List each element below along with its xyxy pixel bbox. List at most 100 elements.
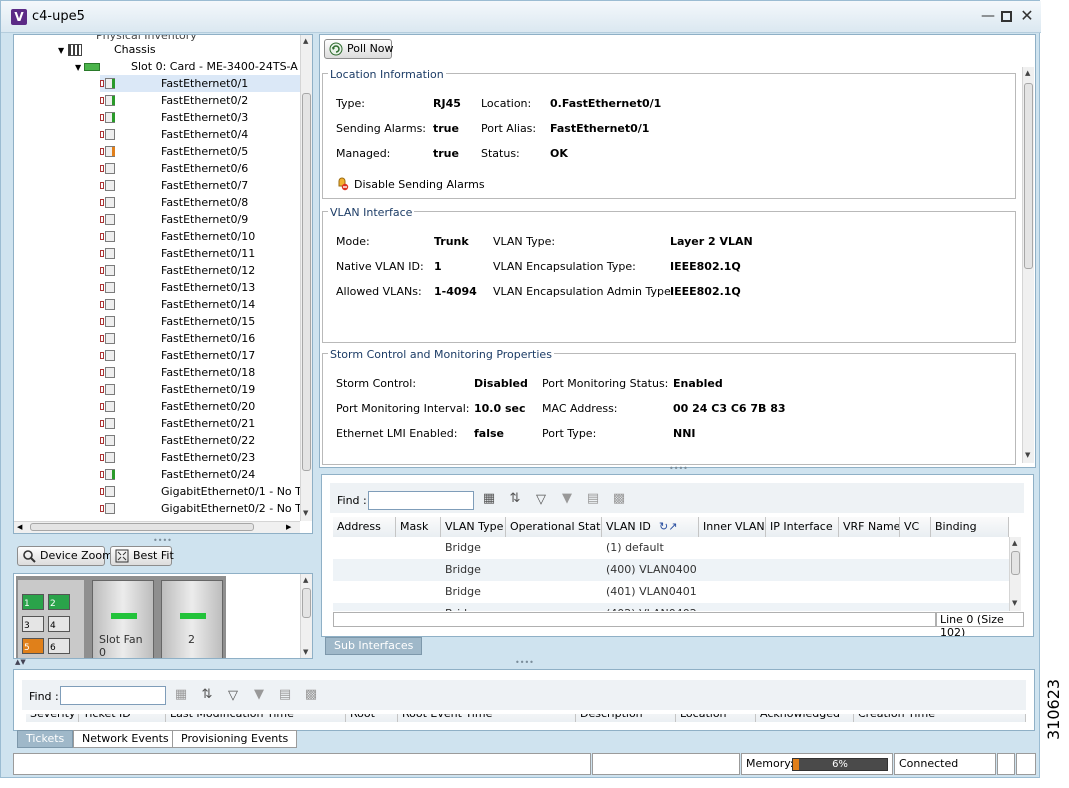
column-header-mask[interactable]: Mask	[396, 517, 441, 537]
module-slot-6[interactable]: 6	[48, 638, 70, 654]
expand-toggle-icon[interactable]: ▼	[75, 63, 81, 72]
tree-node-port[interactable]: FastEthernet0/2	[100, 92, 300, 109]
tree-node-port[interactable]: FastEthernet0/15	[100, 313, 300, 330]
module-slot-3[interactable]: 3	[22, 616, 44, 632]
scroll-thumb[interactable]	[1011, 551, 1020, 575]
sort-icon[interactable]: ⇅	[507, 491, 523, 507]
scroll-up-icon[interactable]: ▲	[303, 37, 308, 45]
tab-network-events[interactable]: Network Events	[73, 730, 178, 748]
disable-alarms-label[interactable]: Disable Sending Alarms	[354, 178, 485, 191]
table-row[interactable]: Bridge (402) VLAN0402	[333, 603, 1009, 611]
tree-node-port[interactable]: FastEthernet0/22	[100, 432, 300, 449]
advanced-filter-icon[interactable]: ▼	[251, 687, 267, 703]
tree-node-port[interactable]: FastEthernet0/11	[100, 245, 300, 262]
tree-node-port[interactable]: FastEthernet0/14	[100, 296, 300, 313]
tree-horizontal-scrollbar[interactable]: ◀ ▶	[14, 521, 300, 533]
sort-icon[interactable]: ⇅	[199, 687, 215, 703]
tree-node-port[interactable]: FastEthernet0/24	[100, 466, 300, 483]
scroll-down-icon[interactable]: ▼	[1025, 451, 1030, 459]
tree-node-port[interactable]: FastEthernet0/13	[100, 279, 300, 296]
disable-alarms-link[interactable]	[334, 175, 350, 191]
tree-node-port[interactable]: FastEthernet0/3	[100, 109, 300, 126]
tree-node-port[interactable]: FastEthernet0/19	[100, 381, 300, 398]
properties-scrollbar[interactable]: ▲ ▼	[1022, 67, 1034, 463]
table-row[interactable]: Bridge (1) default	[333, 537, 1009, 559]
export-icon[interactable]: ▤	[585, 491, 601, 507]
scroll-down-icon[interactable]: ▼	[303, 648, 308, 656]
column-header-operational-state[interactable]: Operational State	[506, 517, 602, 537]
tree-vertical-scrollbar[interactable]: ▲ ▼	[300, 35, 312, 521]
tree-node-port[interactable]: GigabitEthernet0/2 - No Transc	[100, 500, 300, 517]
filter-icon[interactable]: ▽	[533, 492, 549, 508]
sort-ascending-icon[interactable]: ↻↗	[659, 520, 677, 533]
table-vertical-scrollbar[interactable]: ▲ ▼	[1009, 537, 1021, 611]
tab-provisioning-events[interactable]: Provisioning Events	[172, 730, 298, 748]
tree-node-port[interactable]: FastEthernet0/10	[100, 228, 300, 245]
slot-fan-0[interactable]: Slot Fan 0	[92, 580, 154, 658]
column-header-binding[interactable]: Binding	[931, 517, 1009, 537]
best-fit-button[interactable]: Best Fit	[110, 546, 174, 566]
save-icon[interactable]: ▦	[173, 687, 189, 703]
collapse-panel-icon[interactable]: ▲▼	[15, 658, 26, 666]
table-row[interactable]: Bridge (401) VLAN0401	[333, 581, 1009, 603]
tree-node-port[interactable]: GigabitEthernet0/1 - No Transc	[100, 483, 300, 500]
tree-node-port[interactable]: FastEthernet0/20	[100, 398, 300, 415]
tree-node-port[interactable]: FastEthernet0/8	[100, 194, 300, 211]
tree-node-port[interactable]: FastEthernet0/9	[100, 211, 300, 228]
splitter-handle[interactable]: ••••	[153, 536, 172, 545]
expand-toggle-icon[interactable]: ▼	[58, 46, 64, 55]
column-header-severity[interactable]: Severity	[26, 714, 79, 722]
splitter-handle[interactable]: ••••	[669, 464, 688, 473]
find-input[interactable]	[368, 491, 474, 510]
column-header-root-event-time[interactable]: Root Event Time	[398, 714, 576, 722]
column-header-vlan-type[interactable]: VLAN Type	[441, 517, 506, 537]
slot-2[interactable]: 2	[161, 580, 223, 658]
tree-node-port[interactable]: FastEthernet0/23	[100, 449, 300, 466]
poll-now-button[interactable]: Poll Now	[324, 39, 394, 59]
module-slot-4[interactable]: 4	[48, 616, 70, 632]
device-view-scrollbar[interactable]: ▲ ▼	[300, 574, 312, 658]
column-header-description[interactable]: Description	[576, 714, 676, 722]
module-slot-1[interactable]: 1	[22, 594, 44, 610]
column-header-vc[interactable]: VC	[900, 517, 931, 537]
column-header-ip-interface[interactable]: IP Interface	[766, 517, 839, 537]
scroll-left-icon[interactable]: ◀	[17, 523, 22, 531]
scroll-thumb[interactable]	[302, 93, 311, 471]
scroll-right-icon[interactable]: ▶	[286, 523, 291, 531]
scroll-down-icon[interactable]: ▼	[303, 509, 308, 517]
scroll-up-icon[interactable]: ▲	[1025, 69, 1030, 77]
scroll-thumb[interactable]	[1024, 83, 1033, 269]
table-row[interactable]: Bridge (400) VLAN0400	[333, 559, 1009, 581]
scroll-up-icon[interactable]: ▲	[1012, 539, 1017, 547]
module-slot-2[interactable]: 2	[48, 594, 70, 610]
tab-tickets[interactable]: Tickets	[17, 730, 74, 748]
tree-node-port[interactable]: FastEthernet0/1	[100, 75, 300, 92]
minimize-icon[interactable]: —	[981, 9, 995, 23]
column-header-vlan-id[interactable]: VLAN ID	[602, 517, 699, 537]
tree-node-port[interactable]: FastEthernet0/4	[100, 126, 300, 143]
column-header-inner-vlan[interactable]: Inner VLAN	[699, 517, 766, 537]
column-header-creation-time[interactable]: Creation Time	[854, 714, 1026, 722]
tree-node-chassis[interactable]: Chassis	[114, 41, 156, 58]
column-header-acknowledged[interactable]: Acknowledged	[756, 714, 854, 722]
events-find-input[interactable]	[60, 686, 166, 705]
scroll-down-icon[interactable]: ▼	[1012, 599, 1017, 607]
tree-node-port[interactable]: FastEthernet0/12	[100, 262, 300, 279]
scroll-up-icon[interactable]: ▲	[303, 576, 308, 584]
tree-node-port[interactable]: FastEthernet0/6	[100, 160, 300, 177]
maximize-icon[interactable]	[1001, 11, 1012, 22]
column-header-location[interactable]: Location	[676, 714, 756, 722]
print-icon[interactable]: ▩	[611, 491, 627, 507]
scroll-thumb[interactable]	[30, 523, 254, 531]
tab-sub-interfaces[interactable]: Sub Interfaces	[325, 637, 423, 655]
export-icon[interactable]: ▤	[277, 687, 293, 703]
splitter-handle[interactable]: ••••	[515, 658, 534, 667]
save-icon[interactable]: ▦	[481, 491, 497, 507]
print-icon[interactable]: ▩	[303, 687, 319, 703]
close-icon[interactable]: ✕	[1020, 8, 1034, 24]
scroll-thumb[interactable]	[302, 588, 311, 618]
module-slot-5[interactable]: 5	[22, 638, 44, 654]
filter-icon[interactable]: ▽	[225, 688, 241, 704]
column-header-last-modification-time[interactable]: Last Modification Time	[166, 714, 346, 722]
tree-node-slot[interactable]: Slot 0: Card - ME-3400-24TS-A - F	[131, 58, 300, 75]
